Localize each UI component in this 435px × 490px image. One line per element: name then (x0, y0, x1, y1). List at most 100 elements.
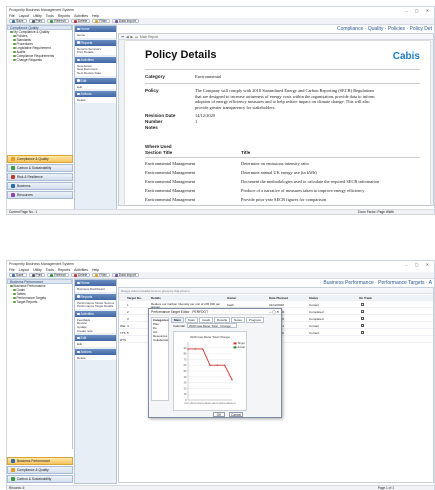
import-icon (114, 19, 118, 23)
calendar-label: Calendar (173, 324, 186, 328)
tab-progress[interactable]: Progress (245, 317, 264, 323)
column-header[interactable]: Target No. (127, 296, 142, 300)
refresh-button[interactable]: Refresh (47, 273, 69, 277)
save-button[interactable]: Save (9, 19, 27, 23)
menu-file[interactable]: File (9, 268, 15, 272)
last-page-icon[interactable]: ⏭ (135, 35, 138, 39)
calendar-select[interactable]: 2020 Gas Meter Total · Change (187, 323, 237, 328)
on-track-checkbox[interactable] (361, 310, 364, 313)
menu-tools[interactable]: Tools (46, 268, 54, 272)
menu-help[interactable]: Help (92, 268, 99, 272)
nav-risk-resilience[interactable]: Risk & Resilience (7, 173, 73, 181)
menu-tools[interactable]: Tools (46, 14, 54, 18)
menu-activities[interactable]: Activities (74, 268, 88, 272)
data-import-button[interactable]: Data Import (111, 273, 139, 277)
panel-item[interactable]: Print Details (77, 50, 114, 54)
folder-icon (13, 34, 16, 38)
menu-activities[interactable]: Activities (74, 14, 88, 18)
brand-logo: Cabis (392, 51, 420, 62)
folder-icon (13, 288, 16, 292)
panel-item[interactable]: Performance Target Details (77, 304, 114, 308)
data-import-button[interactable]: Data Import (111, 19, 139, 23)
column-header[interactable]: Status (309, 296, 318, 300)
menu-file[interactable]: File (9, 14, 15, 18)
panel-item[interactable]: Create note (77, 329, 114, 333)
menu-layout[interactable]: Layout (19, 268, 30, 272)
import-icon (114, 273, 118, 277)
filter-button[interactable]: Filter (92, 273, 110, 277)
on-track-checkbox[interactable] (361, 317, 364, 320)
app-title: Prosperity Business Management System (9, 262, 74, 266)
menu-reports[interactable]: Reports (58, 268, 70, 272)
column-header[interactable]: Details (151, 296, 161, 300)
ok-button[interactable]: OK (213, 412, 225, 417)
tree-item[interactable]: Target Reports (7, 300, 72, 304)
panel-item[interactable]: Next Review Date (77, 71, 114, 75)
delete-button[interactable]: Delete (70, 19, 91, 23)
menu-help[interactable]: Help (92, 14, 99, 18)
on-track-checkbox[interactable] (361, 331, 364, 334)
activity-icon (77, 58, 80, 62)
nav-business-performance[interactable]: Business Performance (7, 457, 73, 465)
panel-item[interactable]: Home (77, 33, 114, 37)
nav-business[interactable]: Business (7, 182, 73, 190)
prev-page-icon[interactable]: ◀ (126, 35, 129, 39)
next-page-icon[interactable]: ▶ (131, 35, 134, 39)
breadcrumb: Business Performance · Performance Targe… (118, 279, 434, 286)
y-tick-label: 0 (185, 398, 187, 402)
panel-item[interactable]: Delete (77, 98, 114, 102)
tab-main[interactable]: Main (171, 317, 184, 323)
print-button[interactable]: Print (28, 19, 46, 23)
y-tick-label: 60 (184, 363, 187, 367)
folder-icon (13, 54, 16, 58)
cancel-button[interactable]: Cancel (229, 412, 243, 417)
first-page-icon[interactable]: ⏮ (121, 35, 124, 39)
nav-compliance-quality[interactable]: Compliance & Quality (7, 466, 73, 474)
menu-utility[interactable]: Utility (33, 268, 42, 272)
dialog-close-icon[interactable]: – ▢ ✕ (269, 310, 279, 314)
menu-utility[interactable]: Utility (33, 14, 42, 18)
column-header[interactable]: Owner (227, 296, 236, 300)
data-point (187, 348, 189, 350)
side-item[interactable]: Collaborate (152, 338, 168, 342)
viewer-toolbar: ⏮ ◀ ▶ ⏭ Main Report (119, 34, 433, 40)
nav-carbon-sustainability[interactable]: Carbon & Sustainability (7, 475, 73, 483)
delete-button[interactable]: Delete (70, 273, 91, 277)
data-point (201, 348, 204, 350)
nav-compliance-quality[interactable]: Compliance & Quality (7, 155, 73, 163)
panel-item[interactable]: Business Dashboard (77, 287, 114, 291)
panel-edit: Edit (75, 341, 116, 347)
navigation-tree: Business Performance Business Performanc… (7, 279, 73, 449)
category-value: Environmental (195, 74, 222, 79)
policy-text: The Company will comply with 2018 Stream… (195, 88, 375, 110)
report-icon (77, 41, 80, 44)
panel-item[interactable]: Edit (77, 342, 114, 346)
folder-icon (10, 284, 13, 288)
print-button[interactable]: Print (28, 273, 46, 277)
title-header: Title (241, 150, 251, 155)
panel-item[interactable]: Delete (77, 356, 114, 360)
compliance-icon (11, 468, 15, 472)
menu-reports[interactable]: Reports (58, 14, 70, 18)
performance-target-dialog: Performance Target Editor - PERFDOT – ▢ … (148, 308, 282, 418)
data-point (209, 364, 211, 366)
table-row: Environmental Management (145, 188, 196, 193)
report-viewer: ⏮ ◀ ▶ ⏭ Main Report Policy Details Cabis… (118, 33, 434, 206)
leaf-icon (11, 166, 15, 170)
home-icon (77, 281, 80, 285)
window-controls[interactable]: – ▢ ✕ (405, 262, 432, 267)
nav-carbon-sustainability[interactable]: Carbon & Sustainability (7, 164, 73, 172)
tree-item[interactable]: Change Requests (7, 58, 72, 62)
column-header[interactable]: On Track (359, 296, 372, 300)
nav-resources[interactable]: Resources (7, 191, 73, 199)
on-track-checkbox[interactable] (361, 303, 364, 306)
panel-item[interactable]: Edit (77, 85, 114, 89)
save-button[interactable]: Save (9, 273, 27, 277)
where-used-label: Where Used (145, 144, 172, 149)
menu-layout[interactable]: Layout (19, 14, 30, 18)
on-track-checkbox[interactable] (361, 324, 364, 327)
filter-button[interactable]: Filter (92, 19, 110, 23)
window-controls[interactable]: – ▢ ✕ (405, 8, 432, 13)
refresh-button[interactable]: Refresh (47, 19, 69, 23)
column-header[interactable]: Date Planned (269, 296, 288, 300)
